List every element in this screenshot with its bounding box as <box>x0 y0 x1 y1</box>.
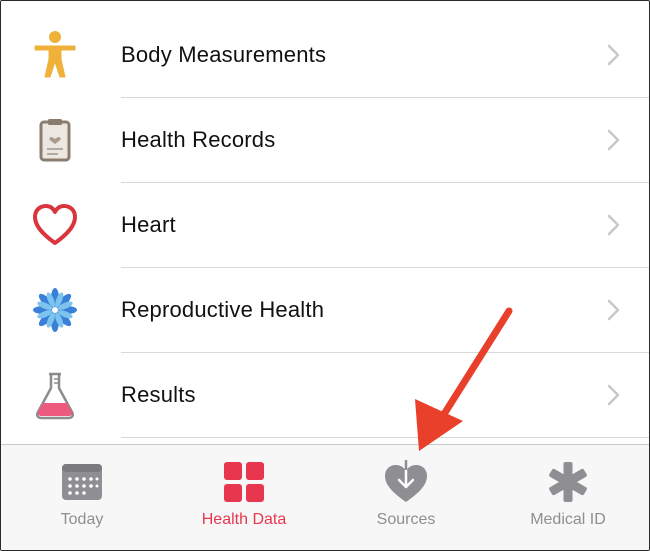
flower-icon <box>29 284 81 336</box>
asterisk-icon <box>545 459 591 505</box>
chevron-right-icon <box>607 129 620 150</box>
list-item-label: Body Measurements <box>121 41 327 67</box>
tab-today[interactable]: Today <box>1 445 163 550</box>
chevron-right-icon <box>607 214 620 235</box>
divider <box>121 437 649 438</box>
chevron-right-icon <box>607 384 620 405</box>
tab-medical-id[interactable]: Medical ID <box>487 445 649 550</box>
tab-health-data[interactable]: Health Data <box>163 445 325 550</box>
flask-icon <box>29 369 81 421</box>
chevron-right-icon <box>607 299 620 320</box>
list-item-reproductive-health[interactable]: Reproductive Health <box>1 267 649 352</box>
tab-label: Medical ID <box>530 511 606 528</box>
tab-label: Sources <box>376 511 436 528</box>
list-item-heart[interactable]: Heart <box>1 182 649 267</box>
grid-icon <box>221 459 267 505</box>
calendar-icon <box>59 459 105 505</box>
list-item-body-measurements[interactable]: Body Measurements <box>1 12 649 97</box>
sources-heart-icon <box>383 459 429 505</box>
list-item-health-records[interactable]: Health Records <box>1 97 649 182</box>
tab-label: Health Data <box>201 511 287 528</box>
health-app-window: Body Measurements Health Records Heart R… <box>0 0 650 551</box>
list-item-label: Heart <box>121 211 176 237</box>
tab-sources[interactable]: Sources <box>325 445 487 550</box>
tab-bar: Today Health Data Sources Medical ID <box>1 444 649 550</box>
list-item-label: Results <box>121 381 196 407</box>
person-icon <box>29 29 81 81</box>
heart-icon <box>29 199 81 251</box>
list-item-results[interactable]: Results <box>1 352 649 437</box>
list-item-label: Health Records <box>121 126 276 152</box>
clipboard-icon <box>29 114 81 166</box>
chevron-right-icon <box>607 44 620 65</box>
list-item-label: Reproductive Health <box>121 296 325 322</box>
tab-label: Today <box>60 511 104 528</box>
